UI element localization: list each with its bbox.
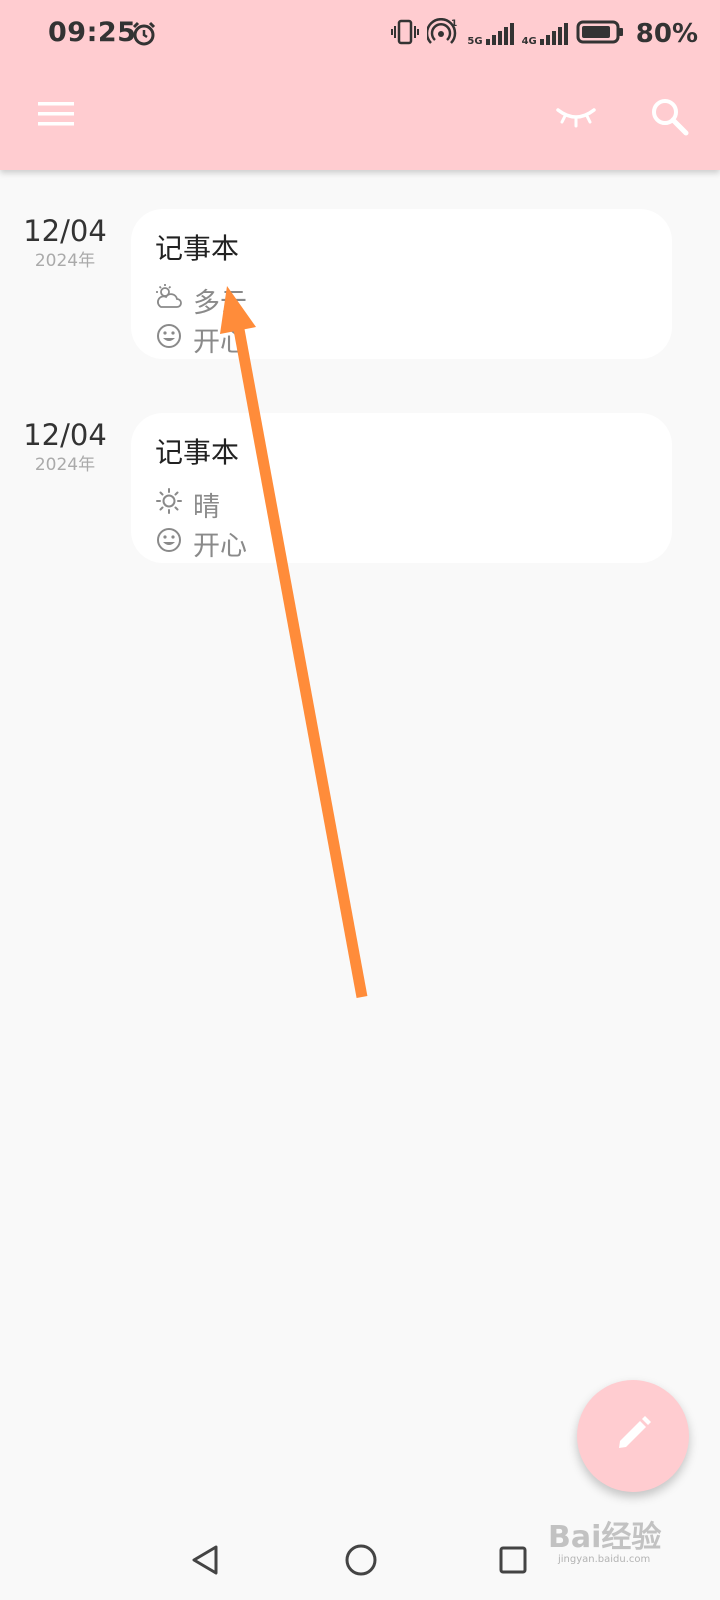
date-year: 2024年 [34, 455, 96, 475]
home-icon[interactable] [344, 1543, 378, 1581]
battery-icon [576, 19, 624, 49]
vibrate-icon [391, 18, 420, 50]
weather-label: 晴 [193, 492, 220, 523]
entry-title: 记事本 [155, 232, 240, 265]
new-entry-button[interactable] [577, 1380, 689, 1492]
mood-row: 开心 [155, 320, 247, 359]
entry-card[interactable]: 记事本 晴 开心 [131, 413, 672, 563]
entry-date: 12/04 2024年 [22, 417, 108, 477]
alarm-icon [131, 21, 157, 51]
date-month-day: 12/04 [23, 418, 107, 452]
back-icon[interactable] [190, 1544, 220, 1580]
eye-closed-icon[interactable] [555, 104, 597, 130]
weather-label: 多云 [193, 288, 247, 319]
svg-text:1: 1 [451, 19, 457, 29]
date-year: 2024年 [34, 251, 96, 271]
status-time: 09:25 [48, 17, 137, 48]
app-header: 09:25 1 5G 4G 80% [0, 0, 720, 170]
watermark: Bai经验 jingyan.baidu.com [548, 1512, 688, 1572]
sim2-label: 4G [521, 36, 537, 47]
signal-5g-icon: 5G [467, 21, 514, 47]
list-item: 12/04 2024年 记事本 晴 开心 [0, 413, 720, 563]
battery-percent: 80% [635, 19, 698, 49]
search-icon[interactable] [650, 97, 690, 137]
hotspot-icon: 1 [426, 17, 459, 50]
mood-row: 开心 [155, 524, 247, 563]
menu-icon[interactable] [36, 98, 76, 130]
date-month-day: 12/04 [23, 214, 107, 248]
status-icons: 1 5G 4G 80% [391, 16, 698, 52]
signal-4g-icon: 4G [522, 21, 568, 47]
list-item: 12/04 2024年 记事本 多云 开心 [0, 209, 720, 359]
mood-label: 开心 [193, 531, 247, 562]
entry-title: 记事本 [155, 436, 240, 469]
weather-row: 多云 [155, 281, 247, 320]
watermark-logo: Bai经验 [548, 1520, 662, 1555]
sun-icon [155, 487, 183, 522]
cloudy-sun-icon [155, 283, 183, 318]
recents-icon[interactable] [498, 1545, 528, 1579]
entry-date: 12/04 2024年 [22, 213, 108, 273]
watermark-url: jingyan.baidu.com [558, 1554, 651, 1565]
entry-card[interactable]: 记事本 多云 开心 [131, 209, 672, 359]
sim1-label: 5G [467, 36, 483, 47]
smile-icon [155, 526, 183, 561]
pencil-icon [613, 1414, 653, 1458]
mood-label: 开心 [193, 327, 247, 358]
smile-icon [155, 322, 183, 357]
weather-row: 晴 [155, 485, 220, 524]
